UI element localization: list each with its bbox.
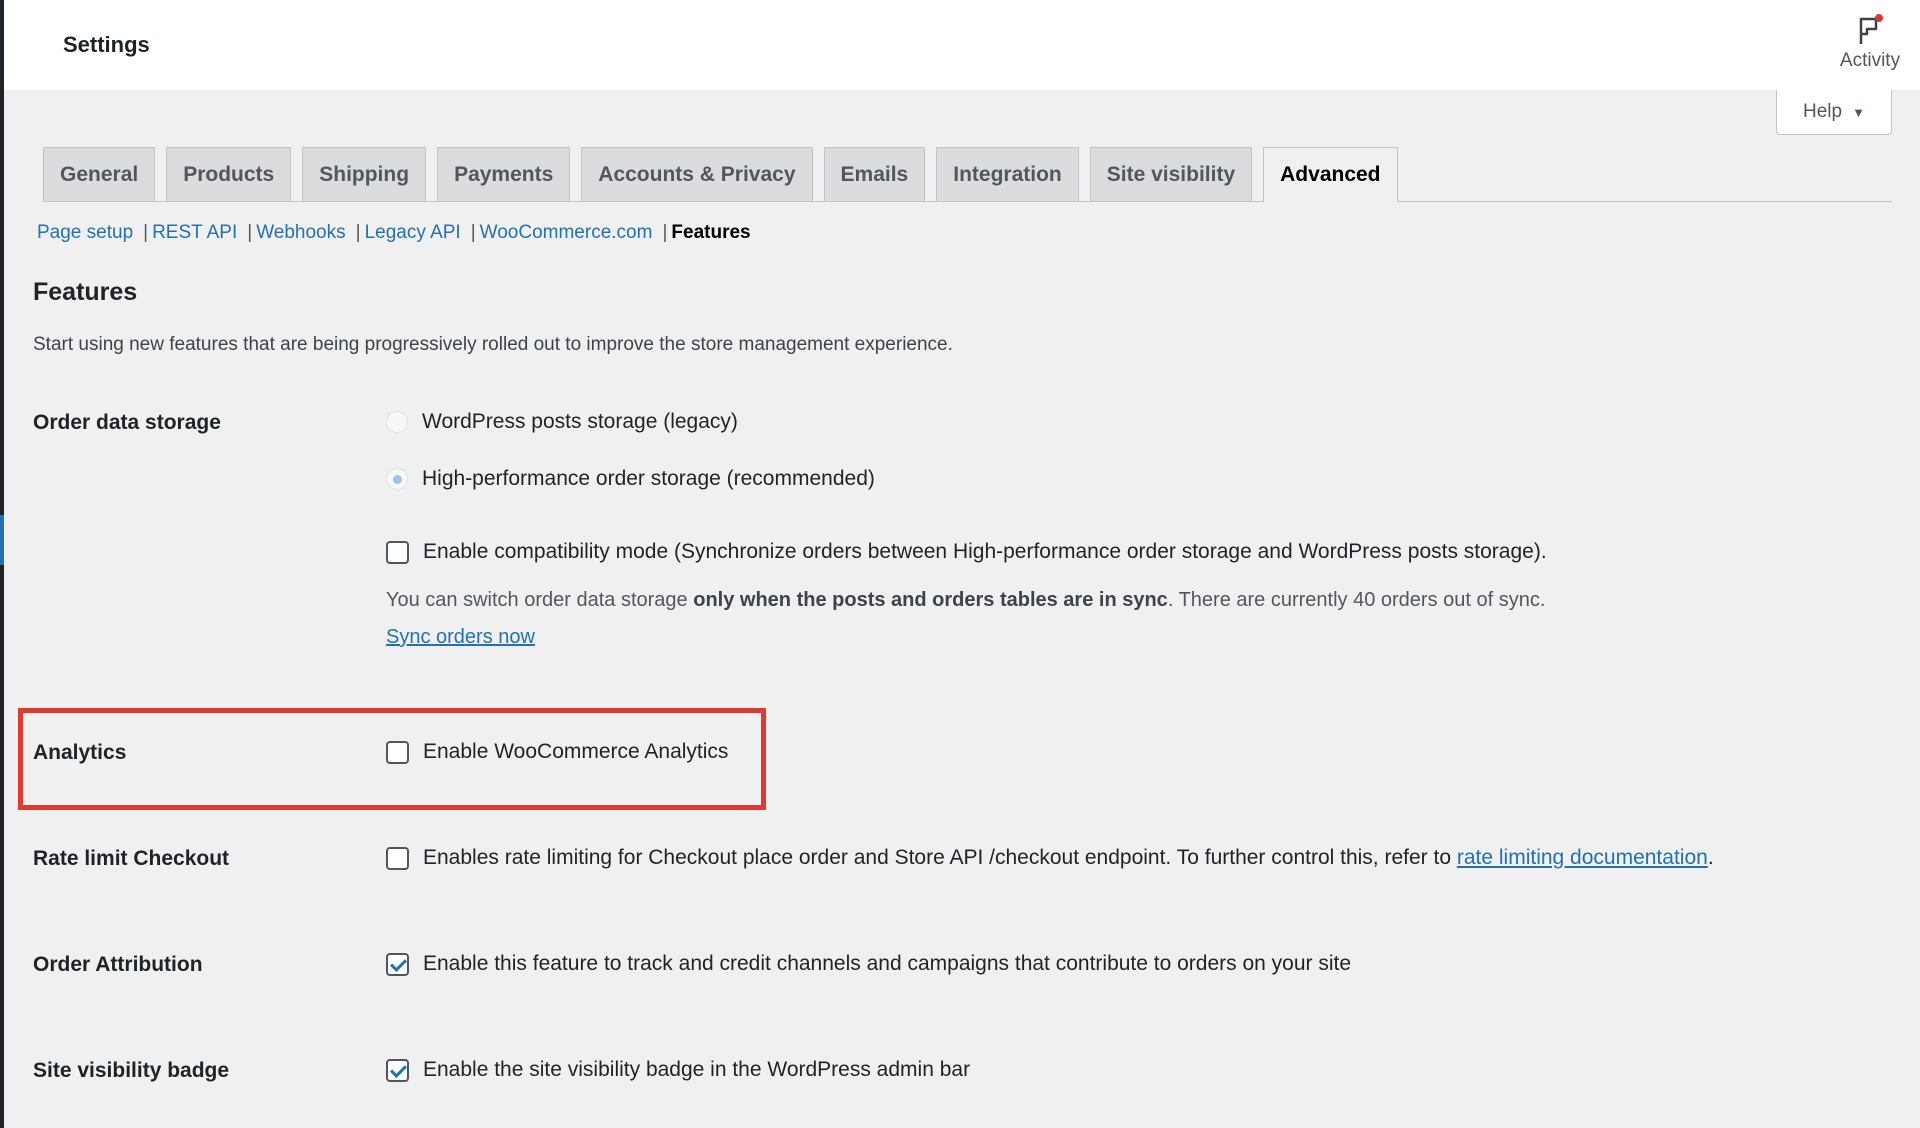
caret-down-icon: ▼: [1852, 104, 1865, 120]
order-attribution-label: Order Attribution: [33, 953, 203, 976]
rate-limit-suffix: .: [1707, 846, 1714, 869]
subsection-nav: Page setup | REST API | Webhooks | Legac…: [37, 222, 751, 244]
legacy-storage-radio[interactable]: [386, 411, 408, 433]
tab-integration[interactable]: Integration: [936, 147, 1079, 201]
rate-limit-checkbox[interactable]: [386, 846, 409, 870]
subnav-separator: |: [662, 222, 668, 243]
notification-dot: [1875, 14, 1883, 22]
tab-products[interactable]: Products: [166, 147, 292, 201]
analytics-checkbox[interactable]: [386, 740, 409, 764]
sync-note-prefix: You can switch order data storage: [386, 589, 694, 611]
order-attribution-checkbox[interactable]: [386, 952, 409, 976]
activity-label: Activity: [1839, 50, 1901, 71]
order-storage-legacy-option[interactable]: WordPress posts storage (legacy): [386, 410, 738, 434]
site-visibility-badge-option-label: Enable the site visibility badge in the …: [423, 1058, 971, 1081]
tab-emails[interactable]: Emails: [823, 147, 926, 201]
activity-button[interactable]: Activity: [1820, 0, 1920, 90]
rate-limit-label: Rate limit Checkout: [33, 847, 230, 870]
rate-limit-option-label: Enables rate limiting for Checkout place…: [423, 846, 1714, 870]
subnav-separator: |: [355, 222, 361, 243]
subnav-webhooks[interactable]: Webhooks: [256, 222, 345, 244]
order-storage-hpos-option[interactable]: High-performance order storage (recommen…: [386, 467, 875, 491]
rate-limiting-docs-link[interactable]: rate limiting documentation: [1457, 846, 1708, 869]
admin-sidebar-active-marker: [0, 515, 4, 565]
subnav-rest-api[interactable]: REST API: [152, 222, 237, 244]
sync-note-bold: only when the posts and orders tables ar…: [693, 589, 1168, 611]
subnav-separator: |: [143, 222, 149, 243]
rate-limit-option[interactable]: Enables rate limiting for Checkout place…: [386, 846, 1714, 870]
compatibility-mode-checkbox[interactable]: [386, 540, 409, 564]
legacy-storage-label: WordPress posts storage (legacy): [422, 410, 738, 433]
order-attribution-option-label: Enable this feature to track and credit …: [423, 952, 1352, 975]
site-visibility-badge-label: Site visibility badge: [33, 1059, 230, 1082]
tab-shipping[interactable]: Shipping: [302, 147, 427, 201]
sync-note-suffix: . There are currently 40 orders out of s…: [1167, 589, 1546, 611]
hpos-storage-radio[interactable]: [386, 468, 408, 490]
help-label: Help: [1803, 101, 1843, 122]
analytics-option-label: Enable WooCommerce Analytics: [423, 740, 729, 763]
subnav-woocommerce-com[interactable]: WooCommerce.com: [480, 222, 653, 244]
help-button[interactable]: Help ▼: [1776, 90, 1892, 135]
compatibility-mode-label: Enable compatibility mode (Synchronize o…: [423, 540, 1547, 563]
subnav-separator: |: [470, 222, 476, 243]
order-attribution-option[interactable]: Enable this feature to track and credit …: [386, 952, 1351, 976]
top-header: Settings Activity: [4, 0, 1920, 90]
settings-tabs: General Products Shipping Payments Accou…: [43, 147, 1892, 202]
site-visibility-badge-option[interactable]: Enable the site visibility badge in the …: [386, 1058, 970, 1082]
tab-site-visibility[interactable]: Site visibility: [1089, 147, 1253, 201]
hpos-storage-label: High-performance order storage (recommen…: [422, 467, 875, 490]
subnav-legacy-api[interactable]: Legacy API: [365, 222, 461, 244]
sync-status-note: You can switch order data storage only w…: [386, 589, 1545, 612]
analytics-label: Analytics: [33, 741, 127, 764]
page-title: Settings: [63, 32, 150, 57]
flag-icon: [1856, 14, 1884, 46]
order-storage-label: Order data storage: [33, 411, 221, 434]
tab-payments[interactable]: Payments: [437, 147, 571, 201]
analytics-option[interactable]: Enable WooCommerce Analytics: [386, 740, 728, 764]
site-visibility-badge-checkbox[interactable]: [386, 1058, 409, 1082]
subnav-separator: |: [247, 222, 253, 243]
subnav-features-current: Features: [671, 222, 751, 243]
section-description: Start using new features that are being …: [33, 334, 953, 355]
subnav-page-setup[interactable]: Page setup: [37, 222, 133, 244]
section-heading: Features: [33, 278, 138, 306]
tab-general[interactable]: General: [43, 147, 156, 201]
tab-advanced[interactable]: Advanced: [1263, 147, 1398, 202]
tab-accounts-privacy[interactable]: Accounts & Privacy: [581, 147, 813, 201]
compatibility-mode-option[interactable]: Enable compatibility mode (Synchronize o…: [386, 540, 1547, 564]
sync-orders-link[interactable]: Sync orders now: [386, 626, 535, 649]
rate-limit-text: Enables rate limiting for Checkout place…: [423, 846, 1457, 869]
